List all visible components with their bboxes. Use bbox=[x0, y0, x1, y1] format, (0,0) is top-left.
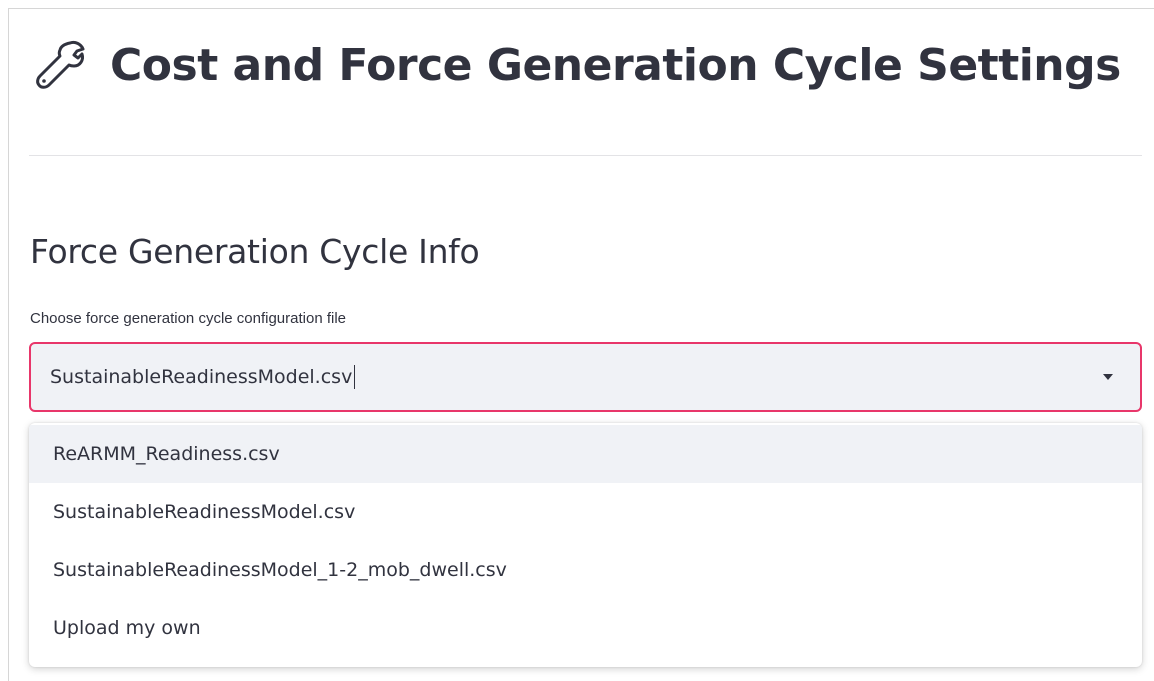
page-title: Cost and Force Generation Cycle Settings bbox=[110, 39, 1121, 91]
page-header: Cost and Force Generation Cycle Settings bbox=[30, 30, 1121, 100]
dropdown-menu: ReARMM_Readiness.csv SustainableReadines… bbox=[29, 423, 1142, 667]
chevron-down-icon[interactable] bbox=[1100, 369, 1116, 385]
divider bbox=[29, 155, 1142, 156]
dropdown-option-sustainable-readiness-mob-dwell[interactable]: SustainableReadinessModel_1-2_mob_dwell.… bbox=[29, 541, 1142, 599]
section-title: Force Generation Cycle Info bbox=[30, 232, 480, 271]
wrench-icon bbox=[30, 35, 90, 95]
dropdown-option-rearmm-readiness[interactable]: ReARMM_Readiness.csv bbox=[29, 425, 1142, 483]
selected-value: SustainableReadinessModel.csv bbox=[50, 366, 353, 388]
config-file-label: Choose force generation cycle configurat… bbox=[30, 310, 347, 327]
config-file-input[interactable]: SustainableReadinessModel.csv bbox=[50, 365, 356, 389]
config-file-select[interactable]: SustainableReadinessModel.csv bbox=[29, 342, 1142, 412]
dropdown-option-sustainable-readiness-model[interactable]: SustainableReadinessModel.csv bbox=[29, 483, 1142, 541]
dropdown-option-upload-my-own[interactable]: Upload my own bbox=[29, 599, 1142, 657]
text-caret bbox=[354, 365, 356, 389]
